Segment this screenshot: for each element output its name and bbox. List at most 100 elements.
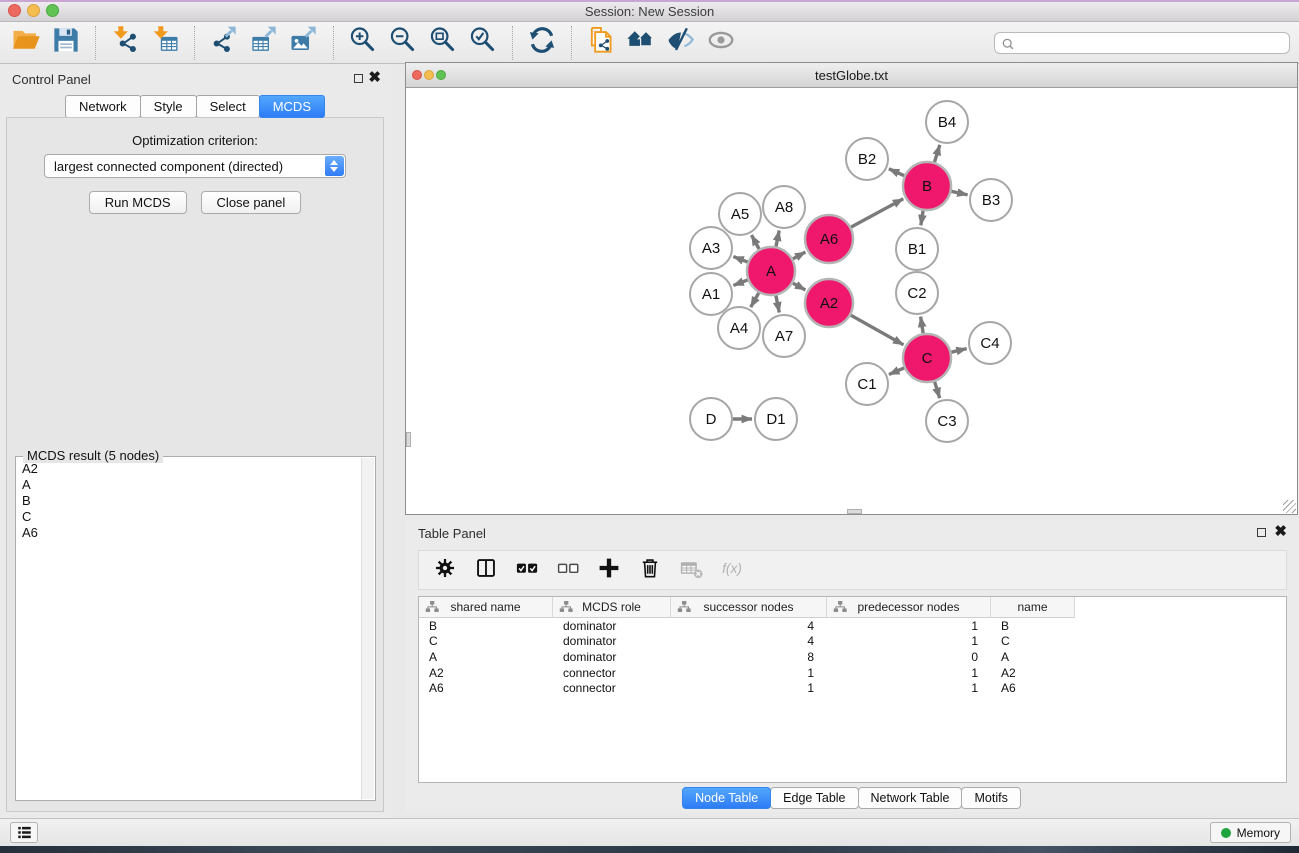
result-item[interactable]: C [18, 509, 359, 525]
column-header-predecessor-nodes[interactable]: predecessor nodes [827, 597, 991, 618]
export-network-button[interactable] [204, 25, 244, 61]
search-field[interactable] [994, 32, 1290, 54]
close-panel-button[interactable]: Close panel [201, 191, 302, 214]
tab-motifs[interactable]: Motifs [961, 787, 1020, 809]
tab-select[interactable]: Select [196, 95, 260, 118]
edge-A-A6[interactable] [793, 252, 806, 259]
column-header-name[interactable]: name [991, 597, 1075, 618]
duplicate-network-button[interactable] [581, 25, 621, 61]
resize-grip[interactable] [1283, 500, 1296, 513]
tab-style[interactable]: Style [140, 95, 197, 118]
run-mcds-button[interactable]: Run MCDS [89, 191, 187, 214]
table-row[interactable]: Bdominator41B [419, 618, 1286, 634]
edge-A6-B[interactable] [851, 199, 903, 227]
hide-graphics-details-button[interactable] [661, 25, 701, 61]
result-item[interactable]: A2 [18, 461, 359, 477]
vertical-scroll-indicator[interactable] [406, 432, 411, 447]
edge-A-A3[interactable] [733, 257, 747, 263]
edge-B-B4[interactable] [935, 145, 940, 162]
edge-A-A7[interactable] [776, 296, 779, 313]
table-panel-close-icon[interactable]: ✖ [1274, 522, 1287, 540]
node-C3[interactable]: C3 [926, 400, 968, 442]
edge-A-A5[interactable] [752, 235, 760, 249]
node-A[interactable]: A [747, 247, 795, 295]
home-button[interactable] [621, 25, 661, 61]
node-B1[interactable]: B1 [896, 228, 938, 270]
tab-mcds[interactable]: MCDS [259, 95, 325, 118]
zoom-out-button[interactable] [383, 25, 423, 61]
memory-button[interactable]: Memory [1210, 822, 1291, 843]
import-network-button[interactable] [105, 25, 145, 61]
result-item[interactable]: A [18, 477, 359, 493]
horizontal-scroll-indicator[interactable] [847, 509, 862, 514]
columns-button[interactable] [468, 554, 504, 586]
table-row[interactable]: Adominator80A [419, 649, 1286, 665]
edge-B-B2[interactable] [889, 169, 904, 176]
result-list-scrollbar[interactable] [361, 458, 374, 799]
open-session-button[interactable] [6, 25, 46, 61]
import-table-button[interactable] [145, 25, 185, 61]
node-C1[interactable]: C1 [846, 363, 888, 405]
table-row[interactable]: A2connector11A2 [419, 665, 1286, 681]
node-A6[interactable]: A6 [805, 215, 853, 263]
settings-button[interactable] [427, 554, 463, 586]
node-A1[interactable]: A1 [690, 273, 732, 315]
network-canvas[interactable]: A A1 A2 A3 A4 A5 A6 A7 A8 B B1 B2 B3B4 C C1 C2 C3C4 D D1 [406, 88, 1297, 514]
select-all-button[interactable] [509, 554, 545, 586]
add-button[interactable] [591, 554, 627, 586]
result-item[interactable]: A6 [18, 525, 359, 541]
edge-B-B1[interactable] [921, 211, 923, 226]
table-row[interactable]: A6connector11A6 [419, 680, 1286, 696]
search-input[interactable] [1019, 34, 1284, 52]
edge-A-A4[interactable] [751, 293, 759, 307]
edge-A-A8[interactable] [776, 231, 779, 247]
node-C4[interactable]: C4 [969, 322, 1011, 364]
deselect-all-button[interactable] [550, 554, 586, 586]
edge-C-C4[interactable] [951, 349, 966, 353]
node-C2[interactable]: C2 [896, 272, 938, 314]
birds-eye-view-button[interactable] [701, 25, 741, 61]
delete-button[interactable] [632, 554, 668, 586]
edge-B-B3[interactable] [951, 191, 967, 195]
task-history-button[interactable] [10, 822, 38, 843]
optimization-criterion-select[interactable]: largest connected component (directed) [44, 154, 346, 178]
table-row[interactable]: Cdominator41C [419, 634, 1286, 650]
edge-C-C1[interactable] [889, 368, 904, 375]
node-B3[interactable]: B3 [970, 179, 1012, 221]
node-A8[interactable]: A8 [763, 186, 805, 228]
node-B4[interactable]: B4 [926, 101, 968, 143]
node-D[interactable]: D [690, 398, 732, 440]
node-C[interactable]: C [903, 334, 951, 382]
zoom-fit-button[interactable] [423, 25, 463, 61]
column-header-shared-name[interactable]: shared name [419, 597, 553, 618]
apply-layout-button[interactable] [522, 25, 562, 61]
edge-A2-C[interactable] [851, 315, 904, 345]
export-image-button[interactable] [284, 25, 324, 61]
node-D1[interactable]: D1 [755, 398, 797, 440]
node-A2[interactable]: A2 [805, 279, 853, 327]
node-A7[interactable]: A7 [763, 315, 805, 357]
export-table-button[interactable] [244, 25, 284, 61]
tab-network-table[interactable]: Network Table [858, 787, 963, 809]
save-session-button[interactable] [46, 25, 86, 61]
edge-A-A2[interactable] [793, 283, 806, 290]
edge-C-C2[interactable] [921, 317, 924, 334]
node-A5[interactable]: A5 [719, 193, 761, 235]
result-item[interactable]: B [18, 493, 359, 509]
column-header-mcds-role[interactable]: MCDS role [553, 597, 671, 618]
node-A3[interactable]: A3 [690, 227, 732, 269]
table-panel-float-icon[interactable] [1257, 528, 1266, 537]
tab-node-table[interactable]: Node Table [682, 787, 771, 809]
node-B[interactable]: B [903, 162, 951, 210]
column-header-successor-nodes[interactable]: successor nodes [671, 597, 827, 618]
node-A4[interactable]: A4 [718, 307, 760, 349]
edge-A-A1[interactable] [733, 280, 747, 286]
node-B2[interactable]: B2 [846, 138, 888, 180]
tab-edge-table[interactable]: Edge Table [770, 787, 858, 809]
edge-C-C3[interactable] [935, 382, 940, 398]
zoom-in-button[interactable] [343, 25, 383, 61]
zoom-selected-button[interactable] [463, 25, 503, 61]
control-panel-float-icon[interactable] [354, 74, 363, 83]
control-panel-close-icon[interactable]: ✖ [368, 68, 381, 86]
tab-network[interactable]: Network [65, 95, 141, 118]
